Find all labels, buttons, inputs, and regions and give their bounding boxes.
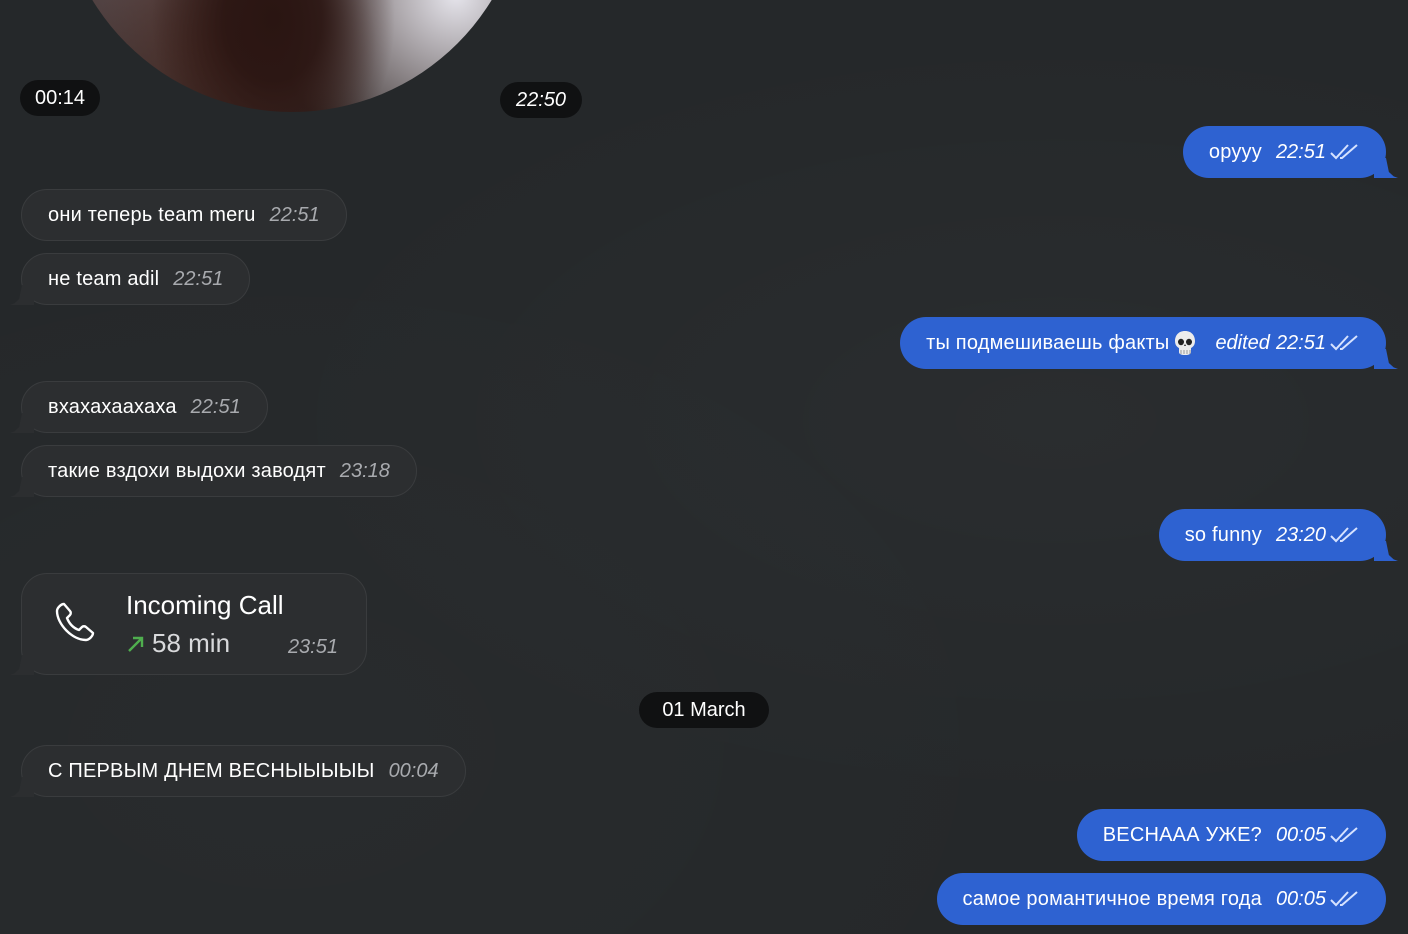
message-text: самое романтичное время года xyxy=(962,887,1262,910)
double-check-icon xyxy=(1330,891,1358,907)
message-time: 00:05 xyxy=(1275,823,1326,846)
video-time: 22:50 xyxy=(515,89,567,111)
date-label: 01 March xyxy=(662,699,746,721)
message-time: 00:05 xyxy=(1275,887,1326,910)
message-text: ты подмешиваешь факты xyxy=(926,331,1170,354)
message-time: 22:51 xyxy=(173,267,224,290)
message-time: 22:51 xyxy=(1275,331,1326,354)
message-time: 22:51 xyxy=(1275,140,1326,163)
edited-label: edited xyxy=(1215,331,1270,354)
message-text: орууу xyxy=(1208,140,1262,163)
double-check-icon xyxy=(1330,144,1358,160)
message-text: С ПЕРВЫМ ДНЕМ ВЕСНЫЫЫЫЫ xyxy=(48,759,375,782)
message-text: они теперь team meru xyxy=(48,203,256,226)
message-bubble-outgoing[interactable]: so funny 23:20 xyxy=(1158,509,1386,561)
double-check-icon xyxy=(1330,827,1358,843)
call-title: Incoming Call xyxy=(126,590,284,620)
message-bubble-incoming[interactable]: они теперь team meru 22:51 xyxy=(21,189,347,241)
call-time: 23:51 xyxy=(287,636,338,658)
message-bubble-outgoing[interactable]: ты подмешиваешь факты edited 22:51 xyxy=(900,317,1386,369)
double-check-icon xyxy=(1330,335,1358,351)
message-time: 22:51 xyxy=(190,395,241,418)
phone-icon xyxy=(55,602,95,642)
message-bubble-incoming[interactable]: не team adil 22:51 xyxy=(21,253,251,305)
message-time: 22:51 xyxy=(269,203,320,226)
message-text: вхахахаахаха xyxy=(48,395,177,418)
call-duration: 58 min xyxy=(152,628,231,658)
message-text: ВЕСНААА УЖЕ? xyxy=(1102,823,1262,846)
message-text: такие вздохи выдохи заводят xyxy=(48,459,326,482)
message-bubble-outgoing[interactable]: орууу 22:51 xyxy=(1182,126,1386,178)
outgoing-arrow-icon xyxy=(128,636,144,652)
message-text: не team adil xyxy=(48,267,160,290)
message-time: 23:20 xyxy=(1275,523,1326,546)
message-text: so funny xyxy=(1184,523,1262,546)
message-bubble-outgoing[interactable]: ВЕСНААА УЖЕ? 00:05 xyxy=(1076,809,1386,861)
message-time: 00:04 xyxy=(388,759,439,782)
message-bubble-incoming[interactable]: вхахахаахаха 22:51 xyxy=(21,381,268,433)
skull-icon xyxy=(1175,331,1196,355)
message-bubble-outgoing[interactable]: самое романтичное время года 00:05 xyxy=(936,873,1386,925)
message-bubble-incoming[interactable]: такие вздохи выдохи заводят 23:18 xyxy=(21,445,417,497)
double-check-icon xyxy=(1330,527,1358,543)
message-time: 23:18 xyxy=(339,459,390,482)
incoming-call-bubble[interactable]: Incoming Call 58 min 23:51 xyxy=(21,573,367,675)
video-duration: 00:14 xyxy=(34,87,86,109)
video-time-badge: 22:50 xyxy=(500,82,582,118)
message-bubble-incoming[interactable]: С ПЕРВЫМ ДНЕМ ВЕСНЫЫЫЫЫ 00:04 xyxy=(21,745,466,797)
video-duration-badge: 00:14 xyxy=(20,80,100,116)
date-separator: 01 March xyxy=(639,692,769,728)
